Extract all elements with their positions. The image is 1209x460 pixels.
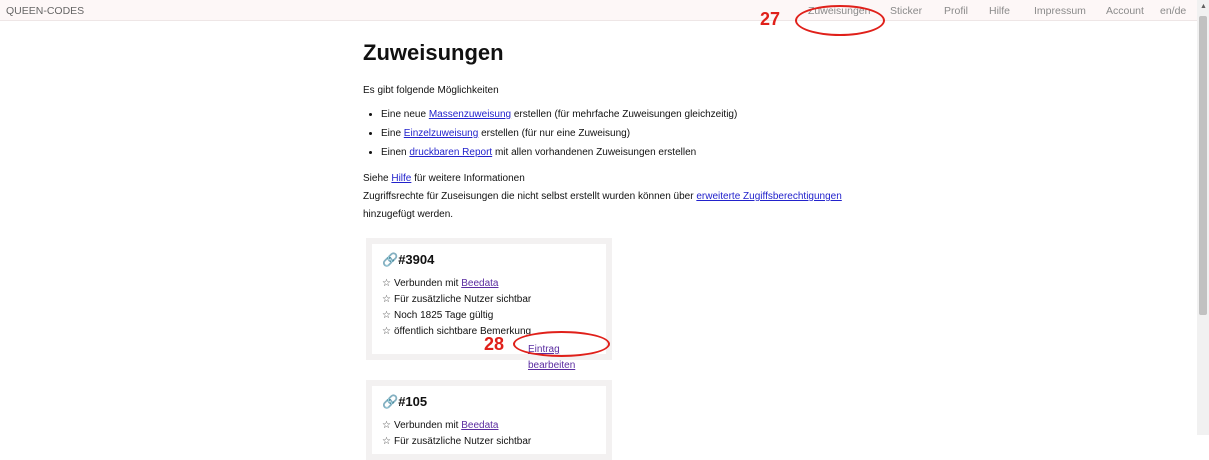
scroll-up-arrow-icon[interactable]: ▲ [1200,3,1207,10]
druckbaren-report-link[interactable]: druckbaren Report [409,147,492,158]
visibility-line: ☆ Für zusätzliche Nutzer sichtbar [382,294,532,305]
annotation-circle-edit [513,331,610,357]
options-list: Eine neue Massenzuweisung erstellen (für… [363,108,737,165]
visibility-line: ☆ Für zusätzliche Nutzer sichtbar [382,436,532,447]
massenzuweisung-link[interactable]: Massenzuweisung [429,109,511,120]
scroll-thumb[interactable] [1199,16,1207,315]
annotation-circle-zuweisungen [795,5,885,36]
beedata-link[interactable]: Beedata [461,278,498,289]
validity-line: ☆ Noch 1825 Tage gültig [382,310,494,321]
assignment-id: #105 [398,394,428,409]
nav-profil[interactable]: Profil [944,5,968,17]
list-item: Einen druckbaren Report mit allen vorhan… [381,146,737,160]
erweiterte-zugriffsberechtigungen-link[interactable]: erweiterte Zugiffsberechtigungen [696,191,841,202]
star-icon: ☆ [382,278,391,289]
top-navigation-bar: QUEEN-CODES Zuweisungen Sticker Profil H… [0,0,1197,21]
chain-link-icon: 🔗 [382,394,399,409]
star-icon: ☆ [382,294,391,305]
vertical-scrollbar[interactable]: ▲ [1197,0,1209,435]
assignment-card: 🔗#105 ☆ Verbunden mit Beedata ☆ Für zusätz… [366,380,612,460]
list-item: Eine neue Massenzuweisung erstellen (für… [381,108,737,122]
star-icon: ☆ [382,420,391,431]
help-text: Siehe Hilfe für weitere Informationen Zu… [363,173,842,220]
connected-line: ☆ Verbunden mit Beedata [382,420,499,431]
intro-text: Es gibt folgende Möglichkeiten [363,85,499,96]
connected-line: ☆ Verbunden mit Beedata [382,278,499,289]
page-title: Zuweisungen [363,40,504,65]
star-icon: ☆ [382,436,391,447]
list-item: Eine Einzelzuweisung erstellen (für nur … [381,127,737,141]
nav-language-toggle[interactable]: en/de [1160,5,1186,17]
nav-account[interactable]: Account [1106,5,1144,17]
einzelzuweisung-link[interactable]: Einzelzuweisung [404,128,479,139]
hilfe-link[interactable]: Hilfe [391,173,411,184]
nav-impressum[interactable]: Impressum [1034,5,1086,17]
nav-hilfe[interactable]: Hilfe [989,5,1010,17]
assignment-id: #3904 [398,252,435,267]
annotation-27: 27 [760,9,781,29]
annotation-28: 28 [484,334,505,354]
beedata-link[interactable]: Beedata [461,420,498,431]
chain-link-icon: 🔗 [382,252,399,267]
star-icon: ☆ [382,326,391,337]
nav-sticker[interactable]: Sticker [890,5,922,17]
brand-logo[interactable]: QUEEN-CODES [6,5,84,17]
star-icon: ☆ [382,310,391,321]
